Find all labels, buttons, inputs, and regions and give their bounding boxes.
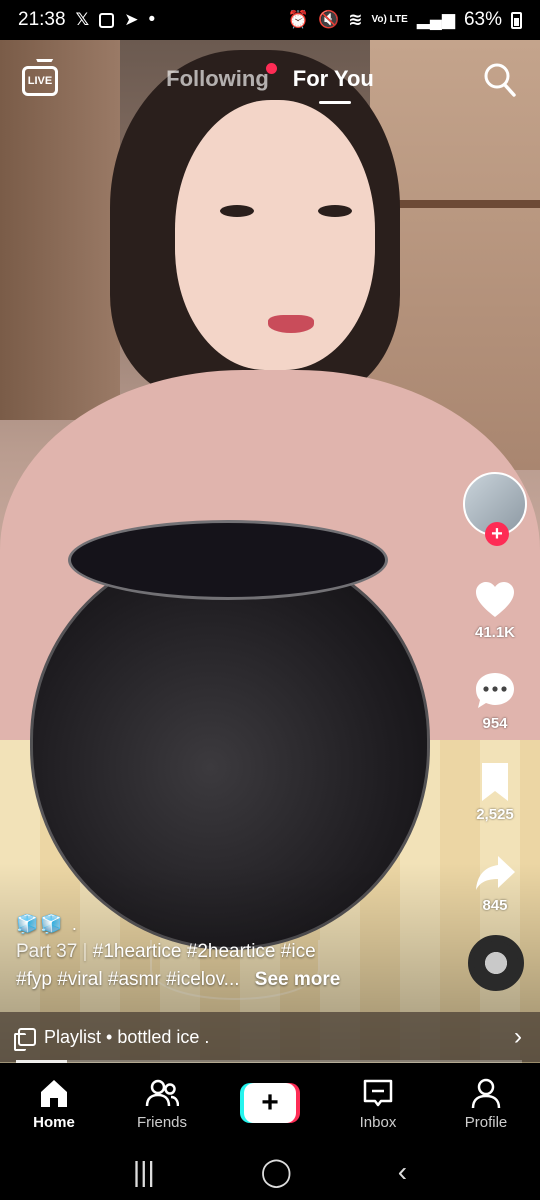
chevron-right-icon: › (514, 1023, 522, 1050)
nav-inbox[interactable]: Inbox (333, 1076, 423, 1131)
caption-emoji: 🧊🧊 . (16, 914, 79, 934)
creator-avatar[interactable]: + (463, 472, 527, 546)
comment-icon (476, 673, 514, 708)
inbox-icon (363, 1079, 393, 1106)
telegram-icon: ➤ (124, 10, 139, 29)
search-icon[interactable] (484, 63, 516, 97)
nav-profile[interactable]: Profile (441, 1076, 531, 1131)
profile-icon (471, 1078, 501, 1108)
wifi-icon: ≋ (348, 10, 363, 29)
share-arrow-icon (476, 856, 515, 890)
bottom-nav: Home Friends + Inbox Profile (0, 1063, 540, 1143)
recent-apps-icon[interactable]: ||| (133, 1156, 155, 1188)
share-button[interactable]: 845 (473, 851, 517, 914)
home-icon (41, 1079, 67, 1107)
playlist-icon (14, 1028, 36, 1051)
follow-plus-icon[interactable]: + (485, 522, 509, 546)
nav-home-label: Home (33, 1113, 75, 1131)
caption-hashtags-2[interactable]: #fyp #viral #asmr #icelov... (16, 969, 240, 990)
network-label: Vo) LTE (371, 14, 408, 25)
action-column: + 41.1K 954 2,525 845 (460, 472, 530, 914)
like-count: 41.1K (474, 624, 516, 641)
person-mouth (268, 315, 314, 333)
glass-rim (68, 520, 388, 600)
caption-part: Part 37 (16, 941, 78, 962)
battery-percent: 63% (463, 9, 502, 30)
nav-inbox-label: Inbox (359, 1113, 397, 1131)
save-count: 2,525 (476, 806, 514, 823)
plus-icon: + (244, 1083, 296, 1123)
video-caption: 🧊🧊 . Part 37 | #1heartice #2heartice #ic… (16, 910, 416, 994)
home-circle-icon[interactable]: ◯ (261, 1155, 292, 1188)
system-nav-bar: ||| ◯ ‹ (0, 1143, 540, 1200)
comment-count: 954 (482, 715, 508, 732)
x-icon: 𝕏 (75, 10, 90, 29)
active-tab-indicator (318, 101, 351, 104)
back-icon[interactable]: ‹ (398, 1156, 407, 1188)
share-count: 845 (482, 897, 508, 914)
tab-following[interactable]: Following (166, 63, 277, 92)
notification-dot (265, 63, 277, 74)
nav-create[interactable]: + (225, 1083, 315, 1123)
tab-following-label: Following (166, 66, 269, 91)
like-button[interactable]: 41.1K (473, 578, 517, 641)
person-eye (220, 205, 254, 217)
caption-separator: | (82, 941, 88, 962)
nav-friends-label: Friends (136, 1113, 188, 1131)
playlist-label: Playlist • bottled ice . (44, 1026, 210, 1047)
mute-icon: 🔇 (318, 10, 340, 29)
heart-icon (476, 582, 514, 617)
signal-icon: ▂▄▆ (416, 10, 455, 29)
caption-hashtags-1[interactable]: #1heartice #2heartice #ice (93, 941, 316, 962)
feed-tabs: Following For You (0, 63, 540, 104)
sound-disc[interactable] (468, 935, 524, 991)
tab-foryou-label: For You (292, 66, 374, 91)
save-button[interactable]: 2,525 (473, 760, 517, 823)
status-time: 21:38 (18, 9, 66, 30)
bookmark-icon (482, 763, 508, 801)
status-bar: 21:38 𝕏 ➤ • ⏰ 🔇 ≋ Vo) LTE ▂▄▆ 63% (0, 0, 540, 40)
nav-profile-label: Profile (464, 1113, 508, 1131)
friends-icon (145, 1079, 179, 1106)
notification-box-icon (99, 12, 115, 28)
person-eye (318, 205, 352, 217)
playlist-bar[interactable]: Playlist • bottled ice . › (0, 1012, 540, 1062)
nav-home[interactable]: Home (9, 1076, 99, 1131)
battery-icon (511, 11, 522, 29)
nav-friends[interactable]: Friends (117, 1076, 207, 1131)
dot-icon: • (148, 9, 156, 30)
comment-button[interactable]: 954 (473, 669, 517, 732)
background-wall (0, 40, 120, 420)
see-more-link[interactable]: See more (255, 969, 341, 990)
tab-for-you[interactable]: For You (292, 66, 374, 104)
alarm-icon: ⏰ (287, 10, 310, 29)
create-button[interactable]: + (240, 1083, 300, 1123)
